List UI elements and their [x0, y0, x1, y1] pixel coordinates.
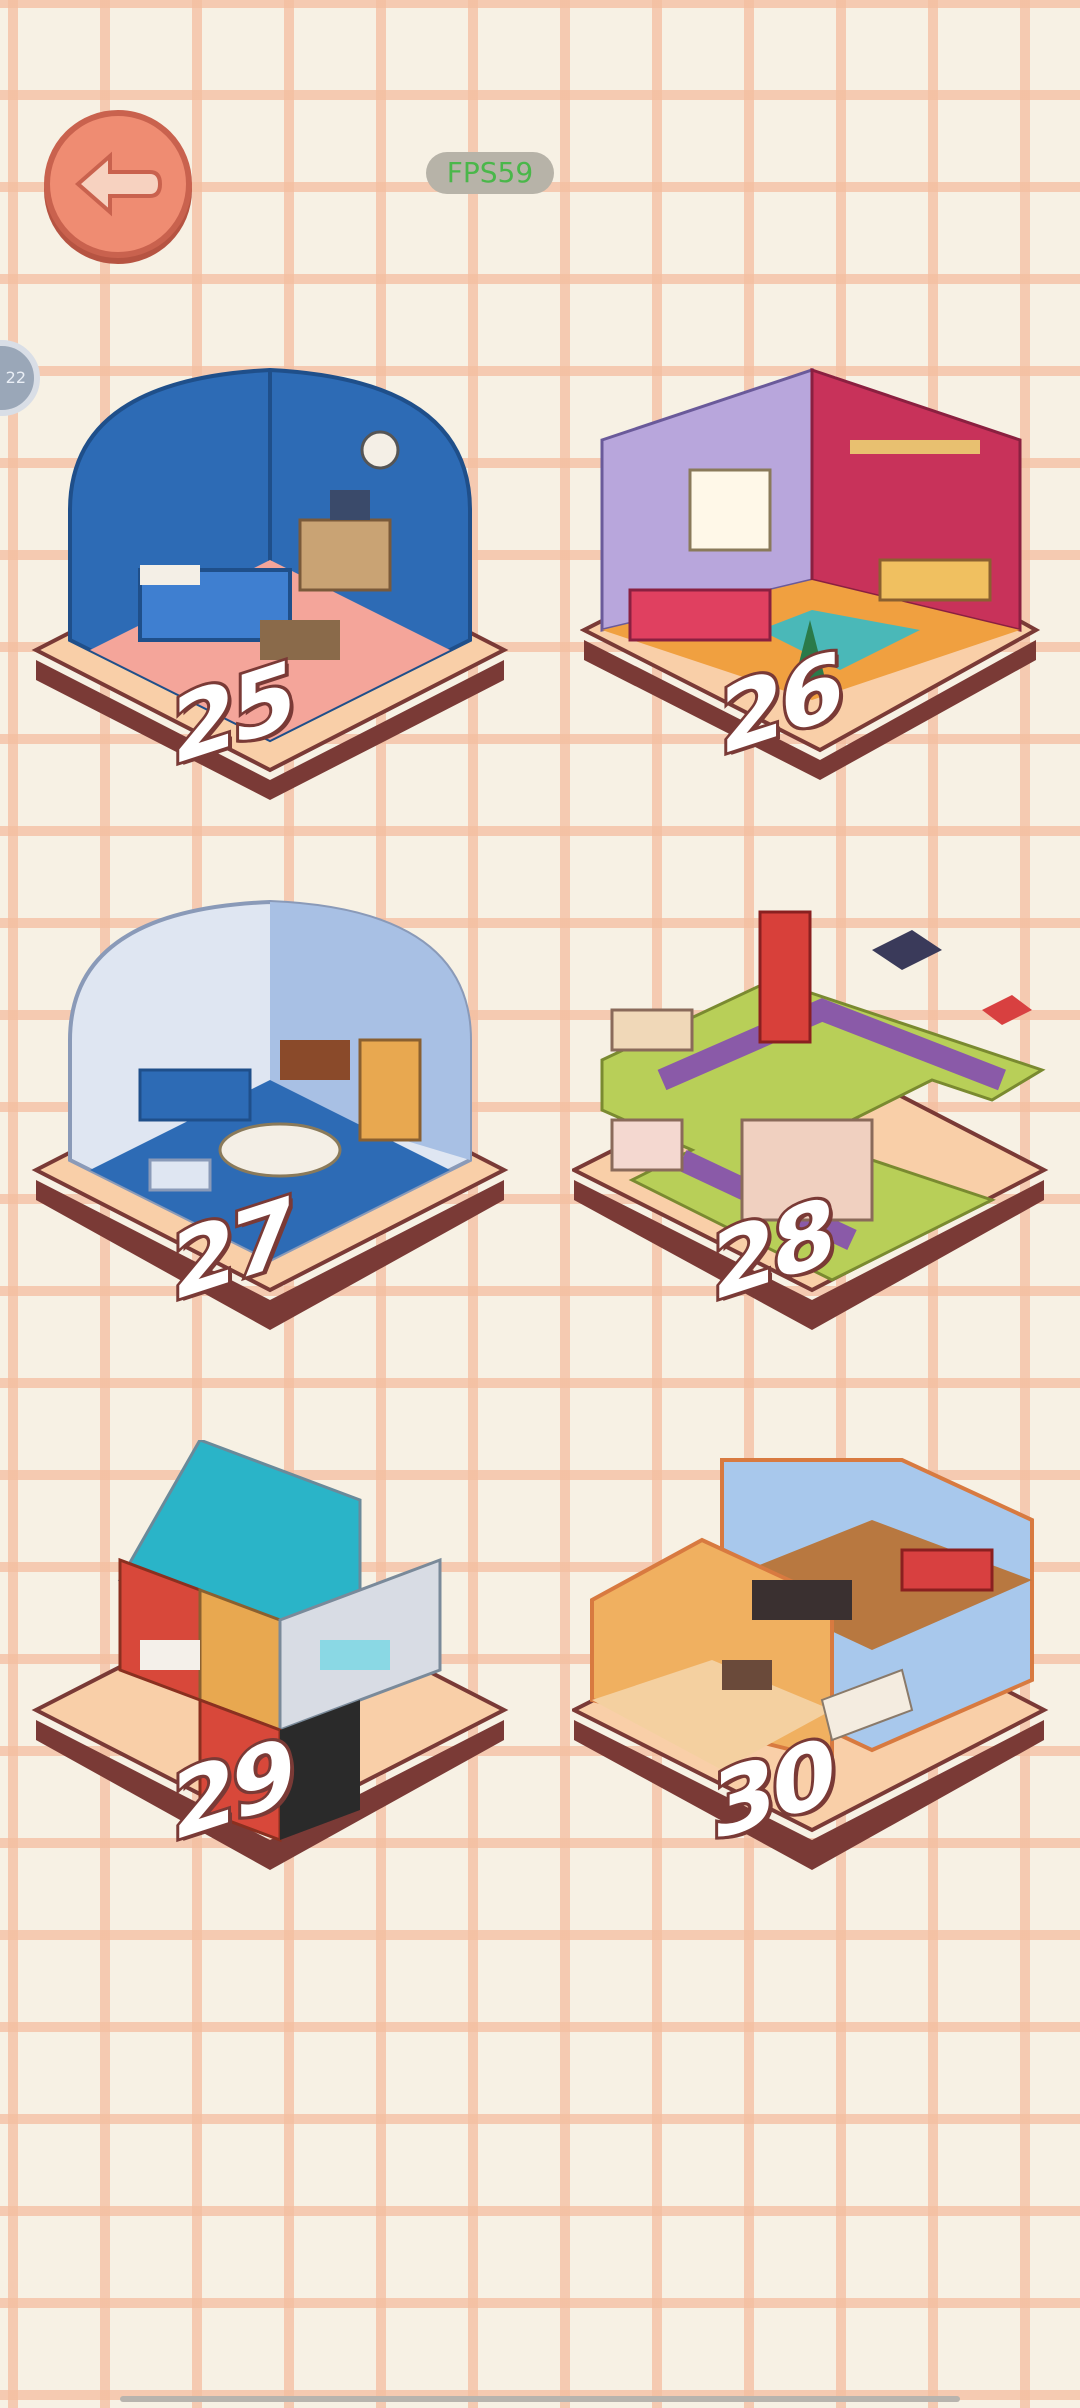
level-card-28[interactable]: 28	[572, 900, 1052, 1340]
level-card-30[interactable]: 30	[572, 1440, 1052, 1880]
home-indicator[interactable]	[120, 2396, 960, 2402]
back-button[interactable]	[44, 110, 192, 258]
back-arrow-icon	[74, 151, 163, 217]
level-card-29[interactable]: 29	[30, 1440, 510, 1880]
level-card-25[interactable]: 25	[30, 360, 510, 800]
level-card-26[interactable]: 26	[580, 360, 1060, 800]
fps-counter: FPS59	[426, 152, 554, 194]
level-card-27[interactable]: 27	[30, 900, 510, 1340]
